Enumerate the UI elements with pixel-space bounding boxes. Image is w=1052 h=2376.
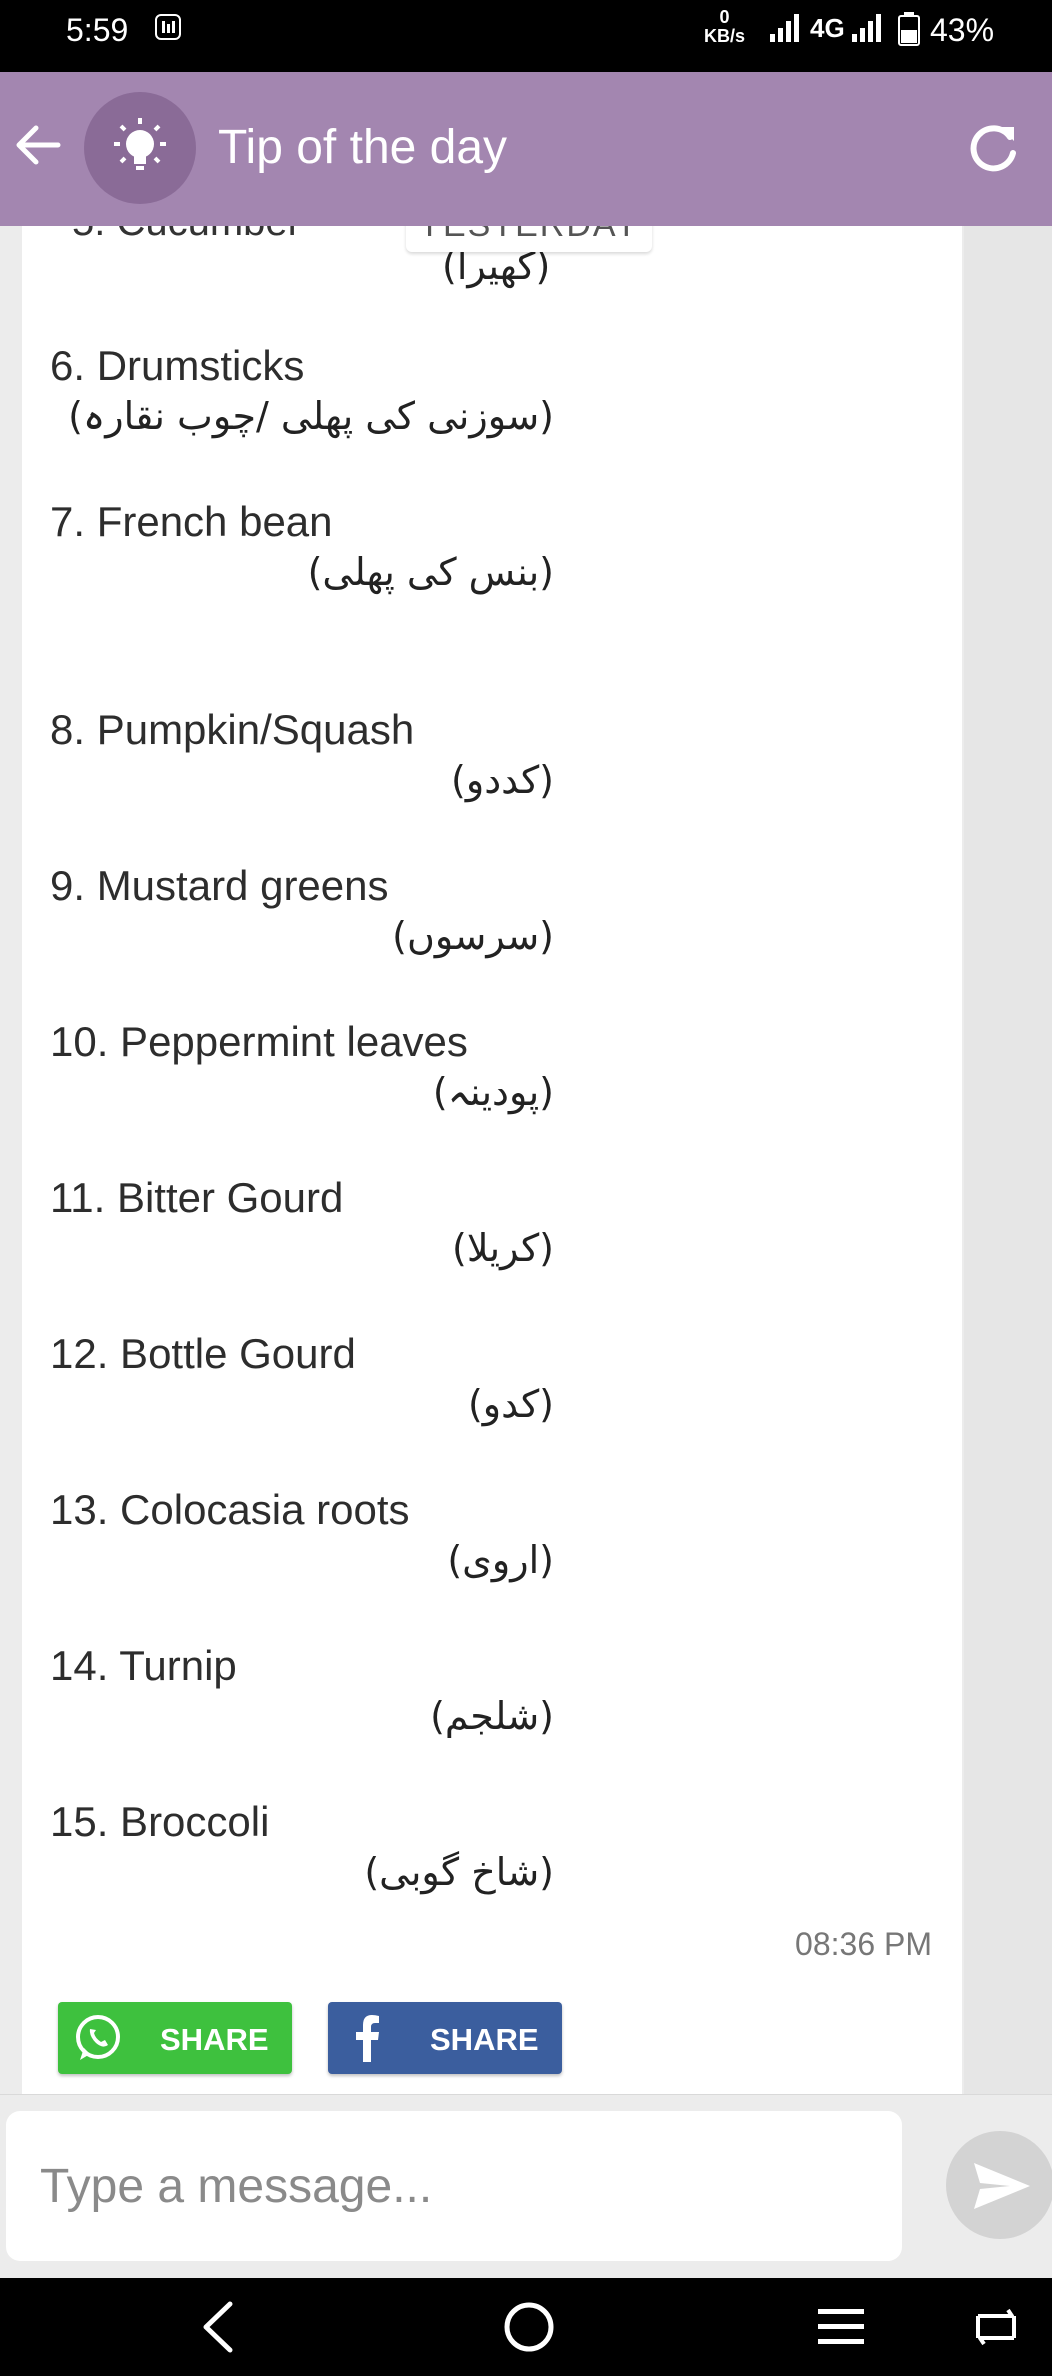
whatsapp-icon [76,2015,120,2060]
signal-icon-secondary [852,14,881,42]
item-urdu: (پودینہ) [432,1070,554,1114]
page-title: Tip of the day [218,121,508,174]
whatsapp-share-button[interactable]: SHARE [58,2002,292,2074]
item-urdu: (شاخ گوبی) [364,1850,554,1894]
message-input[interactable] [6,2111,902,2261]
lightbulb-icon [114,118,166,170]
scroll-gutter [964,226,1052,2094]
item-urdu: (سوزنی کی پھلی /چوب نقارہ) [68,394,554,438]
battery-icon [898,12,920,46]
item-english: 13. Colocasia roots [50,1486,410,1533]
item-english: 8. Pumpkin/Squash [50,706,415,753]
send-button[interactable] [946,2131,1052,2239]
date-chip: YESTERDAY [406,226,652,252]
nav-menu-icon[interactable] [814,2300,868,2354]
item-urdu: (کریلا) [452,1226,554,1270]
item-urdu: (کددو) [451,758,554,802]
item-english: 7. French bean [50,498,333,545]
item-english: 10. Peppermint leaves [50,1018,468,1065]
facebook-share-label: SHARE [430,2022,539,2057]
app-bar: Tip of the day [0,72,1052,226]
data-speed-value: 0 [719,7,730,27]
item-english: 11. Bitter Gourd [50,1174,344,1221]
nav-switch-icon[interactable] [968,2300,1024,2354]
item-urdu: (سرسوں) [392,914,554,958]
item-urdu: (اروی) [447,1538,554,1582]
avatar [84,92,196,204]
item-english: 6. Drumsticks [50,342,305,389]
battery-percent: 43% [930,12,995,48]
item-urdu: (کدو) [467,1382,554,1426]
item-english: 12. Bottle Gourd [50,1330,356,1377]
send-icon [974,2163,1030,2209]
nav-home-icon[interactable] [502,2300,556,2354]
data-speed: 0 KB/s [704,8,745,46]
signal-icon [770,14,799,42]
status-bar: 5:59 0 KB/s 4G 43% [0,0,1052,72]
status-time: 5:59 [66,12,129,48]
item-english: 14. Turnip [50,1642,237,1689]
facebook-icon [356,2015,379,2062]
data-speed-unit: KB/s [704,26,746,46]
facebook-share-button[interactable]: SHARE [328,2002,562,2074]
message-timestamp: 08:36 PM [795,1926,932,1962]
carrier-icon [155,14,181,40]
item-english: 15. Broccoli [50,1798,270,1845]
item-english: 9. Mustard greens [50,862,389,909]
chat-content[interactable]: 5. Cucumber (کھیرا) 6. Drumsticks(سوزنی … [0,226,1052,2094]
list-item-partial: 5. Cucumber [72,226,301,245]
item-urdu: (بنس کی پھلی) [307,550,554,594]
refresh-icon[interactable] [962,117,1024,179]
whatsapp-share-label: SHARE [160,2022,269,2057]
composer-bar [0,2094,1052,2279]
item-urdu: (شلجم) [430,1694,554,1738]
network-type: 4G [810,13,845,43]
back-arrow-icon[interactable] [10,117,66,173]
system-nav-bar [0,2278,1052,2376]
message-bubble: 5. Cucumber (کھیرا) 6. Drumsticks(سوزنی … [22,226,962,2094]
nav-back-icon[interactable] [194,2300,240,2354]
